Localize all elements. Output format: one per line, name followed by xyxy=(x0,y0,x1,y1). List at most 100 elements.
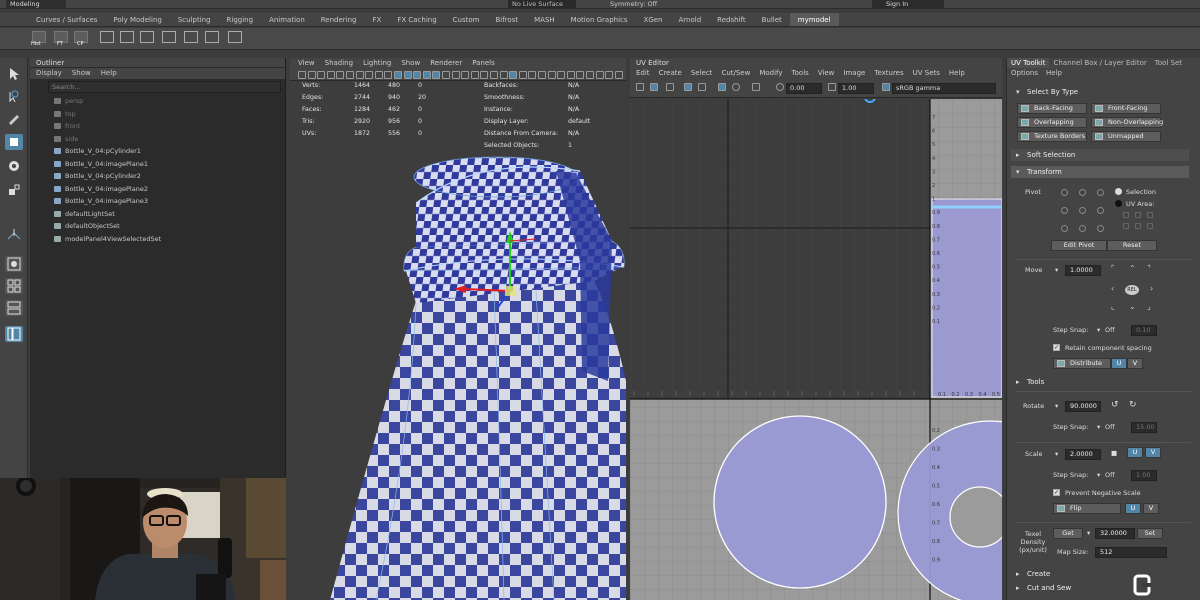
vp-menu-show[interactable]: Show xyxy=(401,58,420,69)
texel-dropdown-icon[interactable]: ▾ xyxy=(1087,529,1090,537)
rotate-cw-icon[interactable]: ↻ xyxy=(1129,400,1137,410)
move-step-snap-field[interactable]: 0.10 xyxy=(1131,325,1157,336)
shelf-tab-bifrost[interactable]: Bifrost xyxy=(488,13,527,26)
shelf-tab-redshift[interactable]: Redshift xyxy=(709,13,753,26)
outliner-item[interactable]: side xyxy=(54,133,78,145)
uv-menu-modify[interactable]: Modify xyxy=(759,68,782,79)
viewport-toolbar-icon[interactable] xyxy=(480,71,489,79)
flip-button[interactable]: Flip xyxy=(1053,503,1121,514)
viewport-toolbar-icon[interactable] xyxy=(422,71,431,79)
viewport-toolbar-icon[interactable] xyxy=(557,71,566,79)
viewport-toolbar-icon[interactable] xyxy=(394,71,402,79)
tab-uv-toolkit[interactable]: UV Toolkit xyxy=(1007,58,1050,68)
viewport-toolbar-icon[interactable] xyxy=(518,71,527,79)
move-up-left-icon[interactable]: ⌜ xyxy=(1111,264,1115,273)
viewport-toolbar-icon[interactable] xyxy=(365,71,374,79)
tools-header[interactable]: Tools xyxy=(1011,376,1189,388)
grid-icon[interactable] xyxy=(184,31,198,43)
symmetry-dropdown[interactable]: Symmetry: Off xyxy=(610,0,657,8)
viewport-toolbar-icon[interactable] xyxy=(576,71,585,79)
flip-u-button[interactable]: U xyxy=(1125,503,1141,514)
pivot-position-radio[interactable] xyxy=(1079,225,1086,232)
pivot-position-radio[interactable] xyxy=(1079,189,1086,196)
rotate-ccw-icon[interactable]: ↺ xyxy=(1111,400,1119,410)
pivot-position-radio[interactable] xyxy=(1061,189,1068,196)
viewport-toolbar-icon[interactable] xyxy=(355,71,364,79)
uv-area-quadrant[interactable] xyxy=(1147,212,1153,218)
edit-pivot-button[interactable]: Edit Pivot xyxy=(1051,240,1107,251)
layout-icon[interactable] xyxy=(140,31,154,43)
texture-borders-button[interactable]: Texture Borders xyxy=(1017,131,1087,142)
pivot-position-radio[interactable] xyxy=(1097,207,1104,214)
shelf-tab-rigging[interactable]: Rigging xyxy=(219,13,262,26)
move-right-icon[interactable]: › xyxy=(1150,284,1153,293)
outliner-menu-display[interactable]: Display xyxy=(36,68,62,79)
move-up-icon[interactable]: ⌃ xyxy=(1129,264,1136,273)
texel-set-button[interactable]: Set xyxy=(1137,528,1163,539)
uv-area-quadrant[interactable] xyxy=(1135,223,1141,229)
checker-icon[interactable] xyxy=(162,31,176,43)
pivot-position-radio[interactable] xyxy=(1097,189,1104,196)
retain-spacing-checkbox[interactable]: ✓ xyxy=(1053,344,1060,351)
pivot-uv-area-radio[interactable] xyxy=(1115,200,1122,207)
uv-menu-view[interactable]: View xyxy=(818,68,835,79)
color-management-icon[interactable] xyxy=(882,83,890,91)
live-surface-field[interactable]: No Live Surface xyxy=(508,0,576,8)
viewport-toolbar-icon[interactable] xyxy=(317,71,326,79)
vp-menu-renderer[interactable]: Renderer xyxy=(430,58,462,69)
viewport-3d-scene[interactable] xyxy=(290,81,626,600)
overlapping-button[interactable]: Overlapping xyxy=(1017,117,1087,128)
uv-tool-icon-1[interactable] xyxy=(636,83,644,91)
scale-tool-icon[interactable] xyxy=(5,182,23,198)
prevent-negative-checkbox[interactable]: ✓ xyxy=(1053,489,1060,496)
vp-menu-lighting[interactable]: Lighting xyxy=(363,58,391,69)
outliner-item[interactable]: top xyxy=(54,108,76,120)
viewport-toolbar-icon[interactable] xyxy=(461,71,470,79)
flip-v-button[interactable]: V xyxy=(1143,503,1159,514)
viewport-toolbar-icon[interactable] xyxy=(413,71,422,79)
last-tool-icon[interactable] xyxy=(5,226,23,242)
shelf-tab-fx[interactable]: FX xyxy=(365,13,390,26)
shelf-tab-animation[interactable]: Animation xyxy=(261,13,313,26)
viewport-toolbar-icon[interactable] xyxy=(403,71,412,79)
cut-and-sew-header[interactable]: Cut and Sew xyxy=(1011,582,1189,594)
uv-canvas[interactable]: 7 6 5 4 3 2 1 0.9 0.8 0.7 0.6 0.5 0.4 0.3 0.2 0.1 0.1 0.… xyxy=(630,91,1002,600)
move-left-icon[interactable]: ‹ xyxy=(1111,284,1114,293)
outliner-item[interactable]: front xyxy=(54,120,80,132)
toolkit-menu-options[interactable]: Options xyxy=(1011,68,1038,79)
viewport-toolbar-icon[interactable] xyxy=(470,71,479,79)
scale-u-button[interactable]: U xyxy=(1127,447,1143,458)
rotate-dropdown-icon[interactable]: ▾ xyxy=(1055,402,1058,410)
select-by-type-header[interactable]: Select By Type xyxy=(1011,86,1189,98)
uv-area-quadrant[interactable] xyxy=(1123,223,1129,229)
scale-step-snap-mode[interactable]: Off xyxy=(1105,471,1115,479)
texel-density-field[interactable]: 32.0000 xyxy=(1095,528,1135,539)
distribute-v-button[interactable]: V xyxy=(1127,358,1143,369)
paint-select-icon[interactable] xyxy=(5,110,23,126)
uv-tool-icon-4[interactable] xyxy=(684,83,692,91)
viewport-toolbar-icon[interactable] xyxy=(298,71,306,79)
uv-menu-cut-sew[interactable]: Cut/Sew xyxy=(721,68,750,79)
lasso-tool-icon[interactable] xyxy=(5,88,23,104)
scale-uniform-icon[interactable]: ■ xyxy=(1111,449,1117,457)
vp-menu-view[interactable]: View xyxy=(298,58,315,69)
uv-tool-icon-2[interactable] xyxy=(650,83,658,91)
scale-dropdown-icon[interactable]: ▾ xyxy=(1055,450,1058,458)
viewport-toolbar-icon[interactable] xyxy=(451,71,460,79)
move-tool-icon[interactable] xyxy=(5,134,23,150)
move-amount-field[interactable]: 1.0000 xyxy=(1065,265,1101,276)
viewport-toolbar-icon[interactable] xyxy=(605,71,614,79)
viewport-toolbar-icon[interactable] xyxy=(326,71,335,79)
vp-menu-panels[interactable]: Panels xyxy=(472,58,495,69)
shelf-tab-poly-modeling[interactable]: Poly Modeling xyxy=(105,13,169,26)
distribute-u-button[interactable]: U xyxy=(1111,358,1127,369)
viewport-toolbar-icon[interactable] xyxy=(528,71,537,79)
move-down-icon[interactable]: ⌄ xyxy=(1129,302,1136,311)
pen-icon[interactable] xyxy=(228,31,242,43)
viewport-toolbar-icon[interactable] xyxy=(499,71,508,79)
tab-tool-set[interactable]: Tool Set xyxy=(1151,58,1186,68)
shelf-tab-fx-caching[interactable]: FX Caching xyxy=(389,13,444,26)
move-center-button[interactable]: REL xyxy=(1125,285,1139,295)
front-facing-button[interactable]: Front-Facing xyxy=(1091,103,1161,114)
outliner-item[interactable]: defaultLightSet xyxy=(54,208,115,220)
